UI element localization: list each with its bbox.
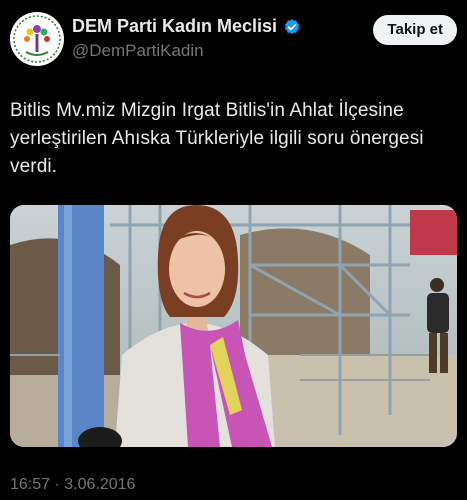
display-name[interactable]: DEM Parti Kadın Meclisi: [72, 16, 277, 37]
photo-illustration: [10, 205, 457, 447]
tweet-text: Bitlis Mv.miz Mizgin Irgat Bitlis'in Ahl…: [10, 100, 424, 177]
account-names: DEM Parti Kadın Meclisi @DemPartiKadin: [72, 16, 301, 61]
follow-button[interactable]: Takip et: [373, 15, 457, 45]
account-handle[interactable]: @DemPartiKadin: [72, 41, 301, 61]
tweet-photo[interactable]: [10, 205, 457, 447]
tweet-timestamp[interactable]: 16:57 · 3.06.2016: [10, 476, 135, 494]
avatar[interactable]: [10, 12, 64, 66]
verified-badge-icon: [284, 18, 300, 34]
display-name-row[interactable]: DEM Parti Kadın Meclisi: [72, 16, 301, 37]
tweet-header: DEM Parti Kadın Meclisi @DemPartiKadin T…: [10, 12, 457, 72]
dem-parti-logo-icon: [11, 13, 63, 65]
